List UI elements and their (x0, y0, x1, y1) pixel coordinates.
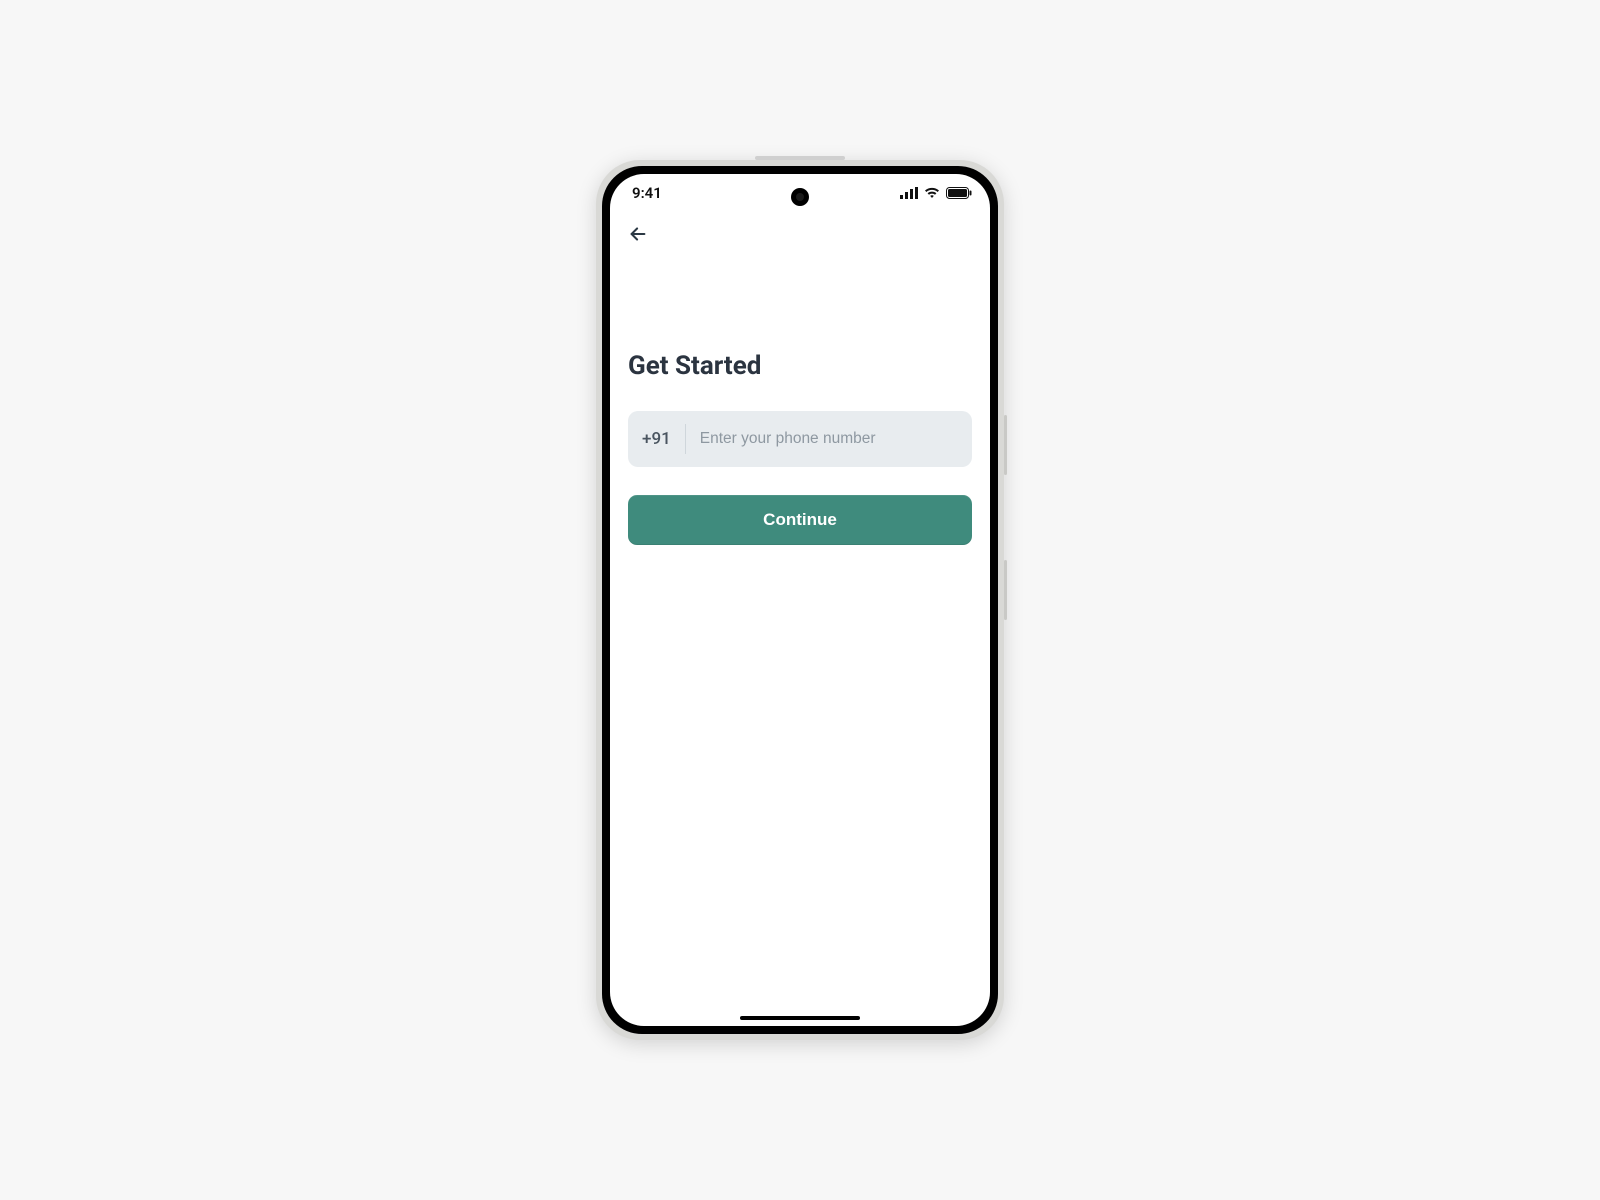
continue-button[interactable]: Continue (628, 495, 972, 545)
nav-bar (610, 212, 990, 256)
phone-field[interactable]: +91 (628, 411, 972, 467)
device-top-speaker (755, 156, 845, 160)
country-code[interactable]: +91 (642, 424, 686, 454)
cellular-signal-icon (900, 187, 918, 199)
device-inner-frame: 9:41 (602, 166, 998, 1034)
camera-punch-hole (791, 188, 809, 206)
page-title: Get Started (628, 351, 972, 381)
content-area: Get Started +91 Continue (610, 256, 990, 545)
arrow-left-icon (627, 223, 649, 245)
phone-input[interactable] (686, 430, 958, 448)
gesture-bar[interactable] (740, 1016, 860, 1020)
wifi-icon (924, 187, 940, 199)
back-button[interactable] (624, 220, 652, 248)
status-time: 9:41 (632, 184, 662, 202)
status-right (900, 187, 972, 199)
device-side-button (1004, 415, 1007, 475)
screen: 9:41 (610, 174, 990, 1026)
device-frame: 9:41 (596, 160, 1004, 1040)
device-side-button (1004, 560, 1007, 620)
battery-icon (946, 187, 972, 199)
